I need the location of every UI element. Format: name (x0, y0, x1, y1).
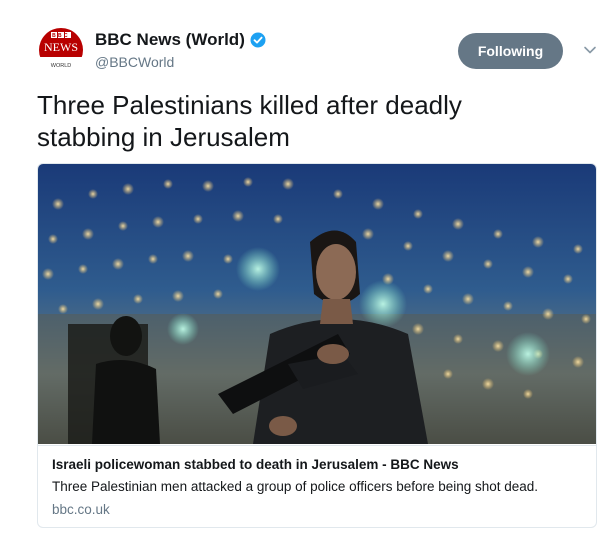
card-body[interactable]: Israeli policewoman stabbed to death in … (38, 445, 596, 527)
card-image[interactable] (38, 164, 596, 444)
verified-badge-icon (250, 32, 266, 48)
bbc-news-world-logo: BBC NEWS WORLD (37, 28, 85, 74)
avatar-line1: BBC (52, 33, 70, 39)
chevron-down-icon[interactable] (583, 43, 597, 57)
following-button[interactable]: Following (458, 33, 563, 69)
tweet-text: Three Palestinians killed after deadly s… (37, 90, 462, 152)
author-block[interactable]: BBC News (World) @BBCWorld (95, 30, 266, 70)
avatar-line2: NEWS (44, 40, 78, 54)
card-domain[interactable]: bbc.co.uk (52, 501, 582, 519)
user-handle[interactable]: @BBCWorld (95, 54, 266, 70)
link-card[interactable]: Israeli policewoman stabbed to death in … (37, 163, 597, 528)
tweet-header: BBC NEWS WORLD BBC News (World) @BBCWorl… (37, 26, 597, 74)
card-title[interactable]: Israeli policewoman stabbed to death in … (52, 456, 582, 474)
card-description: Three Palestinian men attacked a group o… (52, 479, 539, 494)
avatar-line3: WORLD (51, 63, 72, 69)
display-name[interactable]: BBC News (World) (95, 30, 245, 50)
avatar[interactable]: BBC NEWS WORLD (37, 26, 85, 74)
